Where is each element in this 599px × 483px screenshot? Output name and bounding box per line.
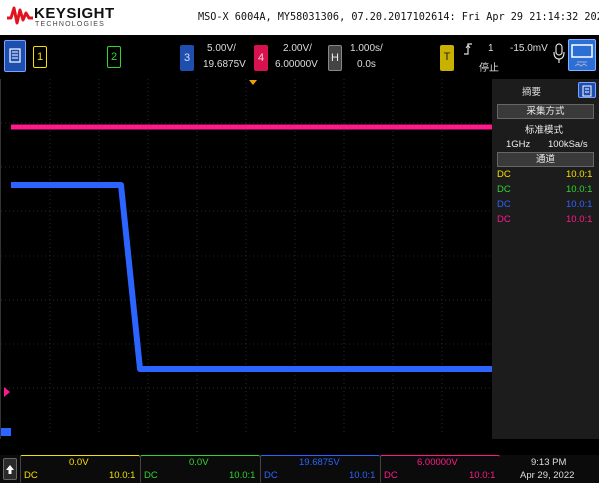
channel-4-label: 4 — [257, 52, 265, 64]
channel-3-coupling: DC — [497, 199, 511, 210]
waveform-display[interactable] — [0, 79, 492, 439]
channel-1-probe-label: 10.0:1 — [109, 470, 136, 481]
channel-1-label: 1 — [36, 51, 44, 63]
channel-4-coupling: DC — [497, 214, 511, 225]
channel-3-trace — [11, 182, 492, 372]
panel-menu-button[interactable] — [578, 82, 596, 98]
horizontal-label: H — [331, 52, 339, 64]
channels-header[interactable]: 通道 — [497, 152, 594, 167]
channel-3-probe-label: 10.0:1 — [349, 470, 376, 481]
brand-name: KEYSIGHT — [34, 5, 115, 22]
trigger-source: 1 — [488, 43, 494, 54]
channel-2-offset-value: 0.0V — [189, 457, 209, 468]
clock-date: Apr 29, 2022 — [520, 470, 575, 481]
channel-4-button[interactable]: 4 — [254, 45, 268, 71]
trigger-button[interactable]: T — [440, 45, 454, 71]
record-rate: 100kSa/s — [548, 139, 588, 150]
channel-4-scale[interactable]: 2.00V/ — [283, 43, 312, 54]
menu-button[interactable] — [4, 40, 26, 72]
channel-3-offset-value: 19.6875V — [299, 457, 340, 468]
horizontal-button[interactable]: H — [328, 45, 342, 71]
channel-3-offset[interactable]: 19.6875V — [203, 59, 246, 70]
channel-3-ground-marker[interactable] — [1, 428, 11, 436]
channel-1-probe-ratio: 10.0:1 — [566, 169, 593, 180]
channel-4-probe-label: 10.0:1 — [469, 470, 496, 481]
channel-2-coupling-label: DC — [144, 470, 158, 481]
channel-3-label: 3 — [183, 52, 191, 64]
panel-menu-icon — [582, 85, 592, 97]
channel-2-probe-label: 10.0:1 — [229, 470, 256, 481]
title-bar: KEYSIGHT TECHNOLOGIES MSO-X 6004A, MY580… — [0, 0, 599, 35]
trigger-label: T — [443, 51, 451, 63]
arrow-up-icon — [6, 465, 14, 474]
channel-2-coupling: DC — [497, 184, 511, 195]
keysight-wave-icon — [7, 6, 33, 25]
bottom-status-bar: 0.0V DC 10.0:1 0.0V DC 10.0:1 19.6875V DC 10.0:1… — [0, 455, 599, 483]
microphone-icon[interactable] — [552, 43, 566, 67]
trigger-level[interactable]: -15.0mV — [510, 43, 548, 54]
menu-icon — [9, 48, 21, 63]
panel-title[interactable]: 摘要 — [522, 84, 541, 98]
horizontal-delay[interactable]: 0.0s — [357, 59, 376, 70]
instrument-id-text: MSO-X 6004A, MY58031306, 07.20.201710261… — [198, 12, 599, 23]
channel-3-status-cell[interactable]: 19.6875V DC 10.0:1 — [260, 455, 380, 483]
acquisition-header[interactable]: 采集方式 — [497, 104, 594, 119]
trigger-position-marker[interactable] — [249, 80, 257, 85]
channel-4-status-cell[interactable]: 6.00000V DC 10.0:1 — [380, 455, 500, 483]
channel-1-offset-value: 0.0V — [69, 457, 89, 468]
channel-2-probe-ratio: 10.0:1 — [566, 184, 593, 195]
display-mode-button[interactable] — [568, 39, 596, 71]
summary-panel: 摘要 采集方式 标准模式 1GHz 100kSa/s 通道 DC 10.0:1 DC… — [492, 79, 599, 439]
channel-2-label: 2 — [110, 51, 118, 63]
brand-subtitle: TECHNOLOGIES — [35, 21, 106, 28]
keysight-logo: KEYSIGHT TECHNOLOGIES — [6, 4, 114, 32]
channel-4-probe-ratio: 10.0:1 — [566, 214, 593, 225]
channel-4-coupling-label: DC — [384, 470, 398, 481]
run-status: 停止 — [479, 63, 499, 74]
expand-button[interactable] — [3, 458, 17, 480]
channel-1-status-cell[interactable]: 0.0V DC 10.0:1 — [20, 455, 140, 483]
channel-2-status-cell[interactable]: 0.0V DC 10.0:1 — [140, 455, 260, 483]
channel-3-coupling-label: DC — [264, 470, 278, 481]
channel-3-button[interactable]: 3 — [180, 45, 194, 71]
acquisition-mode: 标准模式 — [525, 125, 564, 136]
channel-4-offset[interactable]: 6.00000V — [275, 59, 318, 70]
channel-3-probe-ratio: 10.0:1 — [566, 199, 593, 210]
trigger-edge-icon — [464, 43, 472, 55]
clock-time: 9:13 PM — [531, 457, 567, 468]
channel-2-button[interactable]: 2 — [107, 46, 121, 68]
channel-3-scale[interactable]: 5.00V/ — [207, 43, 236, 54]
channel-1-button[interactable]: 1 — [33, 46, 47, 68]
channel-4-offset-value: 6.00000V — [417, 457, 458, 468]
channel-1-coupling-label: DC — [24, 470, 38, 481]
control-bar: 1 2 3 5.00V/ 19.6875V 4 2.00V/ 6.00000V … — [0, 35, 599, 79]
display-icon — [571, 44, 593, 67]
sample-rate: 1GHz — [506, 139, 531, 150]
horizontal-scale[interactable]: 1.000s/ — [350, 43, 383, 54]
channel-1-coupling: DC — [497, 169, 511, 180]
waveform-grid — [1, 79, 492, 436]
